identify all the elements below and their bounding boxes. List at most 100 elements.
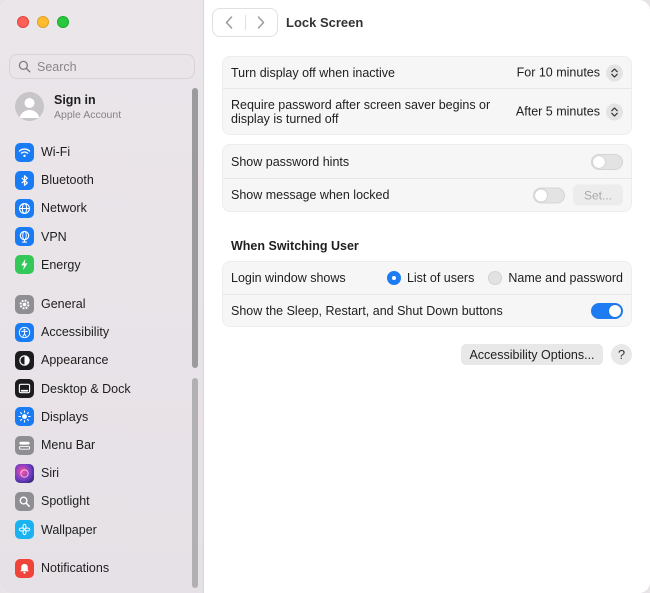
help-button[interactable]: ? [611,344,632,365]
vpn-globe-icon [15,227,34,247]
display-off-value: For 10 minutes [516,65,600,80]
display-off-row: Turn display off when inactive For 10 mi… [223,57,631,88]
sidebar-item-general[interactable]: General [15,290,193,318]
window-controls [17,16,69,28]
sidebar-item-appearance[interactable]: Appearance [15,346,193,374]
magnifier-icon [15,491,34,511]
sidebar-item-label: General [41,297,86,312]
sidebar-item-label: Desktop & Dock [41,381,131,396]
accessibility-options-button[interactable]: Accessibility Options... [461,344,603,365]
login-window-label: Login window shows [231,271,346,285]
section-title: When Switching User [231,239,359,253]
sidebar-item-label: Appearance [41,353,109,368]
accessibility-icon [15,322,34,342]
dock-icon [15,379,34,399]
back-button[interactable] [213,9,245,36]
radio-list-of-users[interactable]: List of users [386,271,475,285]
sidebar-item-accessibility[interactable]: Accessibility [15,318,193,346]
close-window-button[interactable] [17,16,29,28]
forward-button[interactable] [246,9,278,36]
sidebar-group-system: General Accessibility Appearance Desktop… [15,290,193,544]
sidebar-item-spotlight[interactable]: Spotlight [15,487,193,515]
locked-message-toggle[interactable] [533,187,565,203]
radio-button [488,271,503,285]
sidebar-scrollbar[interactable] [191,88,199,593]
zoom-window-button[interactable] [57,16,69,28]
appearance-icon [15,350,34,370]
password-hints-toggle[interactable] [591,153,623,170]
sleep-restart-label: Show the Sleep, Restart, and Shut Down b… [231,303,503,318]
sidebar-item-label: Notifications [41,561,110,576]
radio-name-and-password[interactable]: Name and password [488,271,623,285]
require-password-label-line2: display is turned off [231,111,339,126]
login-window-row: Login window shows List of users Name an… [223,262,631,294]
chevron-updown-icon [606,103,623,120]
display-off-popup[interactable]: For 10 minutes [517,64,623,81]
account-name: Sign in [54,92,96,107]
require-password-label-line1: Require password after screen saver begi… [231,97,491,112]
require-password-row: Require password after screen saver begi… [223,88,631,134]
sidebar-item-siri[interactable]: Siri [15,459,193,487]
person-icon [19,98,40,118]
page-title: Lock Screen [286,15,364,30]
chevron-left-icon [225,16,232,29]
minimize-window-button[interactable] [37,16,49,28]
radio-button-selected [386,271,401,285]
chevron-updown-icon [606,64,623,81]
switching-user-group: Login window shows List of users Name an… [222,261,632,327]
password-hints-group: Show password hints Show message when lo… [222,144,632,212]
password-hints-row: Show password hints [223,145,631,178]
siri-icon [15,463,34,483]
login-window-radio-group: List of users Name and password [373,271,623,285]
sun-icon [15,407,34,427]
display-off-label: Turn display off when inactive [231,65,395,80]
sidebar-item-label: Spotlight [41,494,90,509]
sidebar-item-wifi[interactable]: Wi-Fi [15,138,193,166]
sidebar-item-wallpaper[interactable]: Wallpaper [15,516,193,544]
main-pane: Lock Screen Turn display off when inacti… [204,0,650,593]
sidebar-item-label: Wi-Fi [41,145,71,160]
search-icon [18,60,31,73]
sidebar-item-menu-bar[interactable]: Menu Bar [15,431,193,459]
scrollbar-track [192,378,198,588]
avatar [15,92,44,121]
sidebar-item-desktop-dock[interactable]: Desktop & Dock [15,375,193,403]
sidebar-item-label: Menu Bar [41,438,96,453]
sidebar-item-label: Accessibility [41,325,110,340]
sidebar-item-label: VPN [41,229,67,244]
sidebar-item-network[interactable]: Network [15,194,193,222]
radio-label: Name and password [508,271,623,285]
gear-icon [15,294,34,314]
bluetooth-icon [15,170,34,190]
password-hints-label: Show password hints [231,154,350,169]
require-password-popup[interactable]: After 5 minutes [516,103,623,120]
require-password-value: After 5 minutes [515,104,600,119]
display-settings-group: Turn display off when inactive For 10 mi… [222,56,632,135]
scrollbar-thumb[interactable] [192,88,198,368]
sleep-restart-row: Show the Sleep, Restart, and Shut Down b… [223,294,631,326]
set-message-button[interactable]: Set... [573,184,623,206]
account-signin[interactable]: Sign in Apple Account [15,92,121,121]
sidebar-item-energy[interactable]: Energy [15,251,193,279]
history-nav [212,8,278,37]
sidebar-item-label: Wallpaper [41,522,97,537]
radio-label: List of users [406,271,475,285]
sidebar-item-label: Bluetooth [41,173,94,188]
menubar-icon [15,435,34,455]
sidebar-group-network: Wi-Fi Bluetooth Network VPN Energy [15,138,193,279]
sidebar-item-displays[interactable]: Displays [15,403,193,431]
search-field[interactable] [9,54,195,79]
sidebar-item-vpn[interactable]: VPN [15,223,193,251]
sidebar-item-label: Energy [41,257,81,272]
locked-message-row: Show message when locked Set... [223,178,631,211]
search-input[interactable] [37,59,187,74]
sidebar-item-label: Network [41,201,87,216]
account-subtitle: Apple Account [54,108,122,121]
sidebar: Sign in Apple Account Wi-Fi Bluetooth Ne… [0,0,204,593]
bell-icon [15,558,34,578]
sidebar-item-bluetooth[interactable]: Bluetooth [15,166,193,194]
sidebar-group-notifications: Notifications [15,554,193,582]
sidebar-item-notifications[interactable]: Notifications [15,554,193,582]
globe-icon [15,198,34,218]
sleep-restart-toggle[interactable] [591,302,623,319]
